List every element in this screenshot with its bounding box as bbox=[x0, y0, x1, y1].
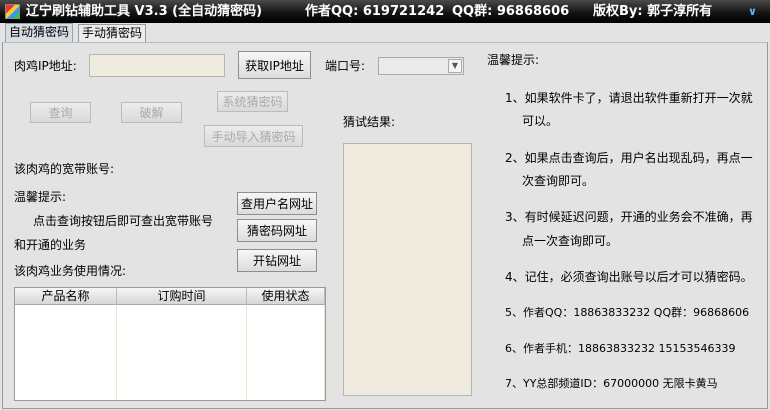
port-select[interactable]: ▼ bbox=[378, 57, 464, 75]
chevron-down-icon[interactable]: ∨ bbox=[748, 0, 757, 23]
column-header[interactable]: 使用状态 bbox=[247, 288, 325, 305]
column-divider bbox=[324, 305, 325, 400]
get-ip-button[interactable]: 获取IP地址 bbox=[238, 51, 311, 79]
user-url-button[interactable]: 查用户名网址 bbox=[237, 192, 317, 215]
usage-label: 该肉鸡业务使用情况: bbox=[14, 264, 127, 278]
tip-item: 4、记住，必须查询出账号以后才可以猜密码。 bbox=[505, 270, 753, 284]
column-header[interactable]: 订购时间 bbox=[117, 288, 247, 305]
qq-group: QQ群: 96868606 bbox=[452, 4, 570, 19]
broadband-account-label: 该肉鸡的宽带账号: bbox=[14, 162, 115, 176]
tip-item: 7、YY总部频道ID：67000000 无限卡黄马 bbox=[505, 377, 718, 390]
chevron-down-icon[interactable]: ▼ bbox=[448, 59, 462, 73]
crack-button[interactable]: 破解 bbox=[121, 102, 182, 123]
tip-item: 5、作者QQ：18863833232 QQ群：96868606 bbox=[505, 306, 750, 319]
tip-item: 点一次查询即可。 bbox=[522, 234, 619, 248]
query-button[interactable]: 查询 bbox=[30, 102, 91, 123]
tab-auto-guess[interactable]: 自动猜密码 bbox=[5, 23, 74, 43]
column-header[interactable]: 产品名称 bbox=[15, 288, 117, 305]
port-label: 端口号: bbox=[325, 59, 366, 73]
result-textarea[interactable] bbox=[343, 143, 472, 396]
tip-item: 3、有时候延迟问题，开通的业务会不准确，再 bbox=[505, 210, 753, 224]
copyright: 版权By: 郭子淳所有 bbox=[593, 4, 713, 19]
author-qq: 作者QQ: 619721242 bbox=[305, 4, 445, 19]
tip-title: 温馨提示: bbox=[14, 190, 67, 204]
tip-item: 1、如果软件卡了，请退出软件重新打开一次就 bbox=[505, 91, 753, 105]
system-guess-button[interactable]: 系统猜密码 bbox=[217, 91, 288, 112]
tip-line: 点击查询按钮后即可查出宽带账号 bbox=[33, 214, 214, 228]
ip-input[interactable] bbox=[89, 54, 225, 77]
tip-item: 可以。 bbox=[522, 114, 559, 128]
app-icon bbox=[5, 4, 20, 19]
open-diamond-url-button[interactable]: 开钻网址 bbox=[237, 249, 317, 272]
title-bar[interactable]: 辽宁刷钻辅助工具 V3.3 (全自动猜密码) 作者QQ: 619721242 Q… bbox=[0, 0, 770, 23]
tips-title: 温馨提示: bbox=[487, 53, 540, 67]
app-title: 辽宁刷钻辅助工具 V3.3 (全自动猜密码) bbox=[26, 4, 263, 19]
ip-label: 肉鸡IP地址: bbox=[14, 59, 77, 73]
tab-manual-guess[interactable]: 手动猜密码 bbox=[78, 24, 147, 43]
result-label: 猜试结果: bbox=[343, 115, 396, 129]
tip-line: 和开通的业务 bbox=[14, 238, 87, 252]
tip-item: 2、如果点击查询后，用户名出现乱码，再点一 bbox=[505, 151, 753, 165]
manual-import-button[interactable]: 手动导入猜密码 bbox=[204, 125, 303, 147]
usage-table[interactable]: 产品名称 订购时间 使用状态 bbox=[14, 287, 326, 401]
guess-url-button[interactable]: 猜密码网址 bbox=[237, 219, 317, 242]
column-divider bbox=[116, 305, 117, 400]
tip-item: 6、作者手机：18863833232 15153546339 bbox=[505, 342, 736, 355]
column-divider bbox=[246, 305, 247, 400]
tip-item: 次查询即可。 bbox=[522, 174, 595, 188]
